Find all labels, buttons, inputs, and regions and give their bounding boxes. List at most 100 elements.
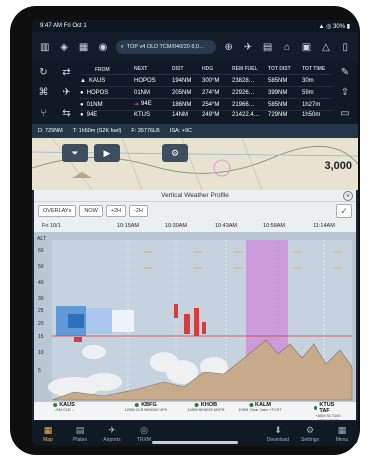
waypoint-kbfg[interactable]: KBFG 10SM CLR BKN040 VFR <box>125 402 167 413</box>
tab-menu[interactable]: ▦ Menu <box>326 425 358 443</box>
weather-profile-chart[interactable]: ALT 60 50 40 30 25 20 15 10 5 <box>34 232 356 402</box>
alt-tick: 60 <box>38 248 44 254</box>
row-dist: 205NM <box>172 89 192 96</box>
row-hdg: 249°M <box>202 111 220 118</box>
navlog-row[interactable]: ● 94E KTUS 14NM 249°M 21422.4… 729NM 1h50… <box>80 110 332 118</box>
grid-icon[interactable]: ▦ <box>77 40 90 54</box>
navlog-panel: ↻ ⇄ ⌘ ✈ ⑂ ⇆ FROM NEXT DIST HDG REM FUEL … <box>32 62 358 124</box>
sidebar-icon[interactable]: ▥ <box>38 40 51 54</box>
minus-2h-button[interactable]: -2H <box>129 205 148 217</box>
header-dist: DIST <box>172 66 184 72</box>
filter-icon[interactable]: ⏷ <box>62 144 88 162</box>
isa-deviation: ISA: +9C <box>169 128 192 134</box>
plane-icon[interactable]: ✈ <box>241 40 254 54</box>
alt-tick: 50 <box>38 264 44 270</box>
ipad-frame: 9:47 AM Fri Oct 1 ▲ ◎ 30% ▮ ▥ ◈ ▦ ◉ ⌕ TO… <box>10 6 360 455</box>
cube-icon[interactable]: ▣ <box>300 40 313 54</box>
waypoint-khob[interactable]: KHOB 10SM BKN025 MVFR <box>188 402 225 413</box>
alt-tick: 5 <box>38 368 41 374</box>
globe-icon[interactable]: ⊕ <box>222 40 235 54</box>
flight-summary-bar: D: 729NM T: 1h50m (S2K fuel) F: 35776LB … <box>32 124 358 138</box>
navlog-row[interactable]: ● 01NM ➜ 94E 186NM 254°M 21966… 585NM 1h27… <box>80 98 332 110</box>
tab-plates[interactable]: ▤ Plates <box>64 425 96 443</box>
map-layer-icon[interactable]: ▶ <box>94 144 120 162</box>
warning-icon[interactable]: △ <box>319 40 332 54</box>
row-rem-fuel: 22926… <box>232 89 255 96</box>
status-time: 9:47 AM Fri Oct 1 <box>40 23 87 29</box>
row-from: KAUS <box>88 77 106 84</box>
waypoint-kaus[interactable]: KAUS --SM CLR -- <box>53 402 75 413</box>
route-search-field[interactable]: ⌕ TOP v4 OLD TCM/040/20 8,0… <box>115 40 216 54</box>
waypoint-kalm[interactable]: KALM 10SM Clear Calm +FCST <box>238 402 281 413</box>
plane-small-icon[interactable]: ✈ <box>60 86 74 100</box>
panel-title: Vertical Weather Profile <box>34 190 356 202</box>
user-icon[interactable]: ◉ <box>96 40 109 54</box>
time-label-4: 10:58AM <box>262 223 286 229</box>
tab-settings[interactable]: ⚙ Settings <box>294 425 326 443</box>
waypoint-wx: 10SM BKN025 MVFR <box>187 408 225 412</box>
route-search-text: TOP v4 OLD TCM/040/20 8,0… <box>126 44 205 50</box>
row-tot-time: 1h27m <box>302 101 321 108</box>
download-icon: ⬇ <box>274 424 282 435</box>
now-button[interactable]: NOW <box>79 205 103 217</box>
waypoint-ktus[interactable]: KTUS TAF +6SM SCT100 150°@08KT <box>314 402 342 423</box>
row-dist: 194NM <box>172 77 192 84</box>
header-tot-dist: TOT DIST <box>268 66 291 72</box>
map-settings-icon[interactable]: ⚙ <box>162 144 188 162</box>
row-tot-time: 1h50m <box>302 111 321 118</box>
layers-icon[interactable]: ◈ <box>57 40 70 54</box>
refresh-icon[interactable]: ↻ <box>37 65 51 79</box>
share-icon[interactable]: ⇪ <box>338 86 352 100</box>
vfr-dot-icon <box>135 403 140 407</box>
waypoint-name: KTUS TAF <box>319 402 335 414</box>
alt-tick: 30 <box>38 296 44 302</box>
row-dist: 14NM <box>172 111 189 118</box>
edit-icon[interactable]: ✎ <box>338 65 352 79</box>
row-rem-fuel: 23828… <box>232 77 255 84</box>
header-from: FROM <box>95 67 110 73</box>
swap-icon[interactable]: ⇄ <box>60 65 74 79</box>
navlog-tools: ↻ ⇄ ⌘ ✈ ⑂ ⇆ <box>32 62 78 124</box>
navlog-table: FROM NEXT DIST HDG REM FUEL TOT DIST TOT… <box>80 66 332 118</box>
row-hdg: 254°M <box>202 101 220 108</box>
waypoint-icon: ● <box>80 89 84 96</box>
navlog-row[interactable]: ● HOPOS 01NM 205NM 274°M 22926… 399NM 59m <box>80 86 332 98</box>
profile-icon[interactable]: ▤ <box>261 40 274 54</box>
row-tot-time: 59m <box>302 89 314 96</box>
tab-trxm[interactable]: ◎ TRXM <box>128 425 160 443</box>
vfr-dot-icon <box>194 403 199 407</box>
link-icon[interactable]: ⌘ <box>37 86 51 100</box>
tab-download[interactable]: ⬇ Download <box>262 425 294 443</box>
waypoint-icon: ● <box>80 111 84 118</box>
navlog-row[interactable]: ▲ KAUS HOPOS 194NM 300°M 23828… 585NM 30m <box>80 74 332 86</box>
save-icon[interactable]: ▭ <box>338 107 352 121</box>
tab-map[interactable]: ▦ Map <box>32 425 64 443</box>
plus-2h-button[interactable]: +2H <box>105 205 127 217</box>
alt-tick: 15 <box>38 334 44 340</box>
tab-label: Menu <box>335 436 349 443</box>
tab-label: Download <box>266 436 290 443</box>
tab-label: TRXM <box>136 436 152 443</box>
menu-icon: ▦ <box>337 424 347 435</box>
route-icon[interactable]: ⌂ <box>280 40 293 54</box>
alt-axis-label: ALT <box>37 236 46 242</box>
row-next: 01NM <box>134 89 151 96</box>
tab-label: Airports <box>103 436 121 443</box>
confirm-check-icon[interactable]: ✓ <box>336 204 352 218</box>
doc-icon[interactable]: ▯ <box>339 40 352 54</box>
profile-date: Fri 10/1 <box>42 223 61 229</box>
route-branch-icon[interactable]: ⑂ <box>37 107 51 121</box>
alt-tick: 25 <box>38 308 44 314</box>
time-label-5: 11:14AM <box>313 223 335 229</box>
altitude-readout: 3,000 <box>324 160 352 172</box>
waypoint-wx: --SM CLR -- <box>53 408 75 412</box>
compare-icon[interactable]: ⇆ <box>60 107 74 121</box>
tab-airports[interactable]: ✈ Airports <box>96 425 128 443</box>
overlays-button[interactable]: OVERLAYs <box>38 205 77 217</box>
close-icon[interactable]: × <box>343 191 353 201</box>
map-view[interactable]: ⏷ ▶ ⚙ 3,000 <box>32 138 358 190</box>
top-toolbar: ▥ ◈ ▦ ◉ ⌕ TOP v4 OLD TCM/040/20 8,0… ⊕ ✈… <box>32 32 358 62</box>
time-label-2: 10:30AM <box>164 223 188 229</box>
fuel-total: F: 35776LB <box>131 128 160 134</box>
tab-label: Settings <box>300 436 320 443</box>
